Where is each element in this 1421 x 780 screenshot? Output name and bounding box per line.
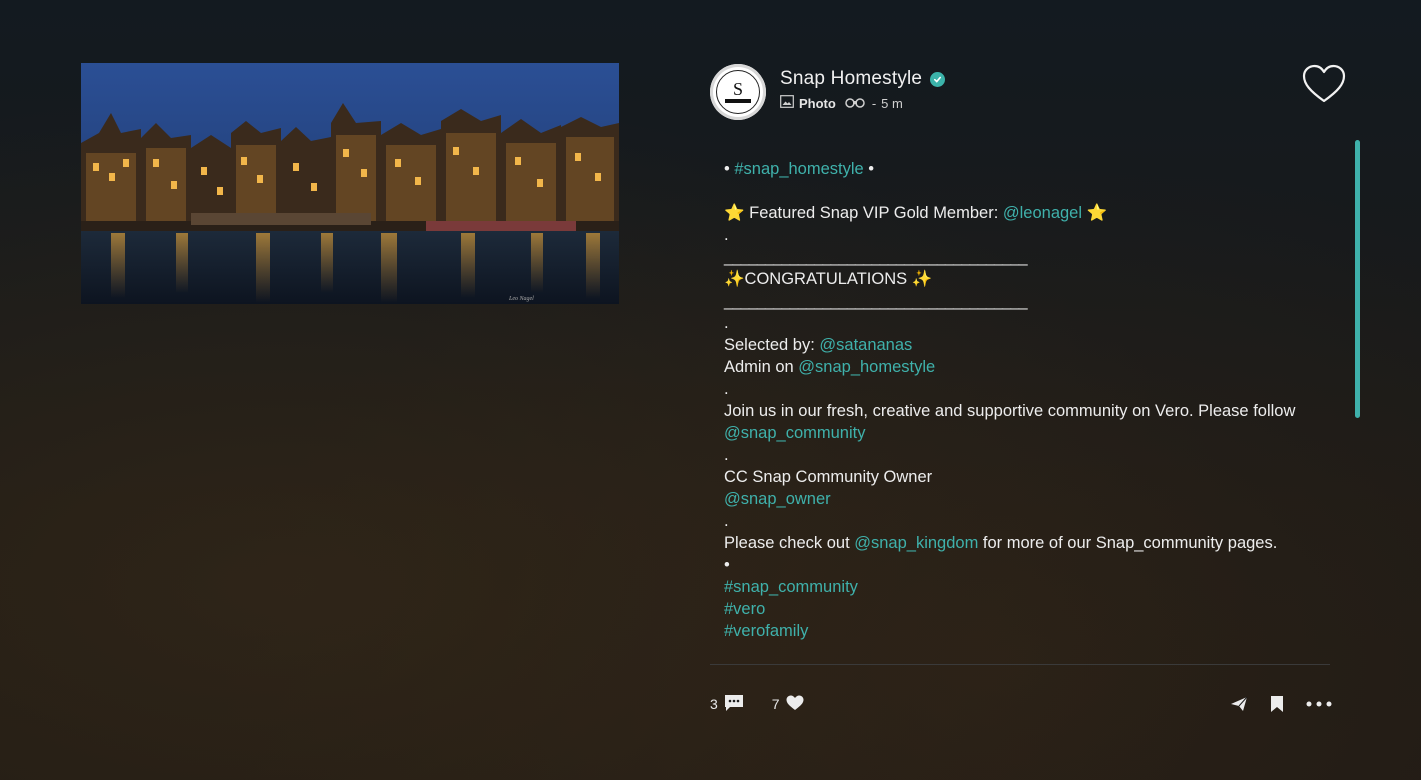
caption-text: • [724, 160, 735, 178]
caption-line: ⭐ Featured Snap VIP Gold Member: @leonag… [724, 202, 1304, 224]
caption-text: Selected by: [724, 336, 820, 354]
avatar-bar [725, 99, 751, 103]
likes-button[interactable]: 7 [772, 695, 804, 714]
caption-rule: _____________________________________ [724, 248, 1028, 266]
caption-congrats: ✨CONGRATULATIONS ✨ [724, 270, 933, 288]
caption-scrollbar[interactable] [1355, 140, 1360, 418]
caption-line: • #snap_homestyle • [724, 158, 1304, 180]
comments-button[interactable]: 3 [710, 694, 744, 715]
photo-icon [780, 95, 794, 111]
send-icon[interactable] [1230, 696, 1248, 712]
caption-text: ⭐ Featured Snap VIP Gold Member: [724, 204, 1003, 222]
caption-text: ⭐ [1082, 204, 1108, 222]
mention-link[interactable]: @snap_homestyle [798, 358, 935, 376]
caption-dot: . [724, 446, 729, 464]
mention-link[interactable]: @leonagel [1003, 204, 1082, 222]
mention-link[interactable]: @satananas [819, 336, 912, 354]
divider [710, 664, 1330, 665]
caption-dot: . [724, 512, 729, 530]
author-row: Snap Homestyle [780, 68, 946, 90]
caption-text: CC Snap Community Owner [724, 468, 933, 486]
caption-line: Join us in our fresh, creative and suppo… [724, 400, 1304, 444]
mention-link[interactable]: @snap_community [724, 424, 865, 442]
photo-watermark: Leo Nagel [508, 296, 534, 302]
mention-link[interactable]: @snap_kingdom [854, 534, 978, 552]
avatar-letter: S [732, 79, 743, 99]
post-meta: Photo - 5 m [780, 95, 903, 111]
amsterdam-canal-image: Leo Nagel [81, 63, 619, 304]
caption-rule: _____________________________________ [724, 292, 1028, 310]
hashtag-link[interactable]: #vero [724, 600, 765, 618]
caption-line: Selected by: @satananas [724, 334, 1304, 356]
post-time: 5 m [881, 95, 903, 111]
caption-text: Admin on [724, 358, 799, 376]
post-caption: • #snap_homestyle • ⭐ Featured Snap VIP … [724, 158, 1304, 642]
hashtag-link[interactable]: #snap_community [724, 578, 858, 596]
post-actions: 3 7 [710, 692, 1332, 716]
post-tools [1230, 695, 1332, 713]
binoculars-icon [845, 96, 865, 111]
hashtag-link[interactable]: #snap_homestyle [734, 160, 863, 178]
caption-text: for more of our Snap_community pages. [978, 534, 1278, 552]
bookmark-icon[interactable] [1270, 695, 1284, 713]
author-name[interactable]: Snap Homestyle [780, 68, 922, 90]
caption-line: @snap_owner [724, 488, 1304, 510]
like-heart-icon[interactable] [1302, 64, 1346, 104]
caption-text: Please check out [724, 534, 855, 552]
caption-text: Join us in our fresh, creative and suppo… [724, 402, 1296, 420]
caption-line: Admin on @snap_homestyle [724, 356, 1304, 378]
caption-line: Please check out @snap_kingdom for more … [724, 532, 1284, 554]
post-type: Photo [799, 95, 836, 111]
caption-text: • [863, 160, 875, 178]
caption-dot: . [724, 380, 729, 398]
avatar-logo: S [716, 70, 760, 114]
comment-icon [724, 694, 744, 715]
likes-count: 7 [771, 696, 780, 712]
post-panel: S Snap Homestyle Photo - 5 m • #snap_hom… [700, 58, 1360, 758]
hashtag-link[interactable]: #verofamily [724, 622, 808, 640]
post-photo[interactable]: Leo Nagel [81, 63, 619, 304]
caption-bullet: • [724, 556, 730, 574]
verified-check-icon [930, 71, 946, 87]
heart-icon [786, 695, 804, 714]
caption-dot: . [724, 226, 729, 244]
avatar[interactable]: S [710, 64, 766, 120]
mention-link[interactable]: @snap_owner [724, 490, 831, 508]
more-icon[interactable] [1306, 701, 1332, 707]
caption-dot: . [724, 314, 729, 332]
time-separator: - [871, 95, 877, 111]
comments-count: 3 [710, 696, 718, 712]
